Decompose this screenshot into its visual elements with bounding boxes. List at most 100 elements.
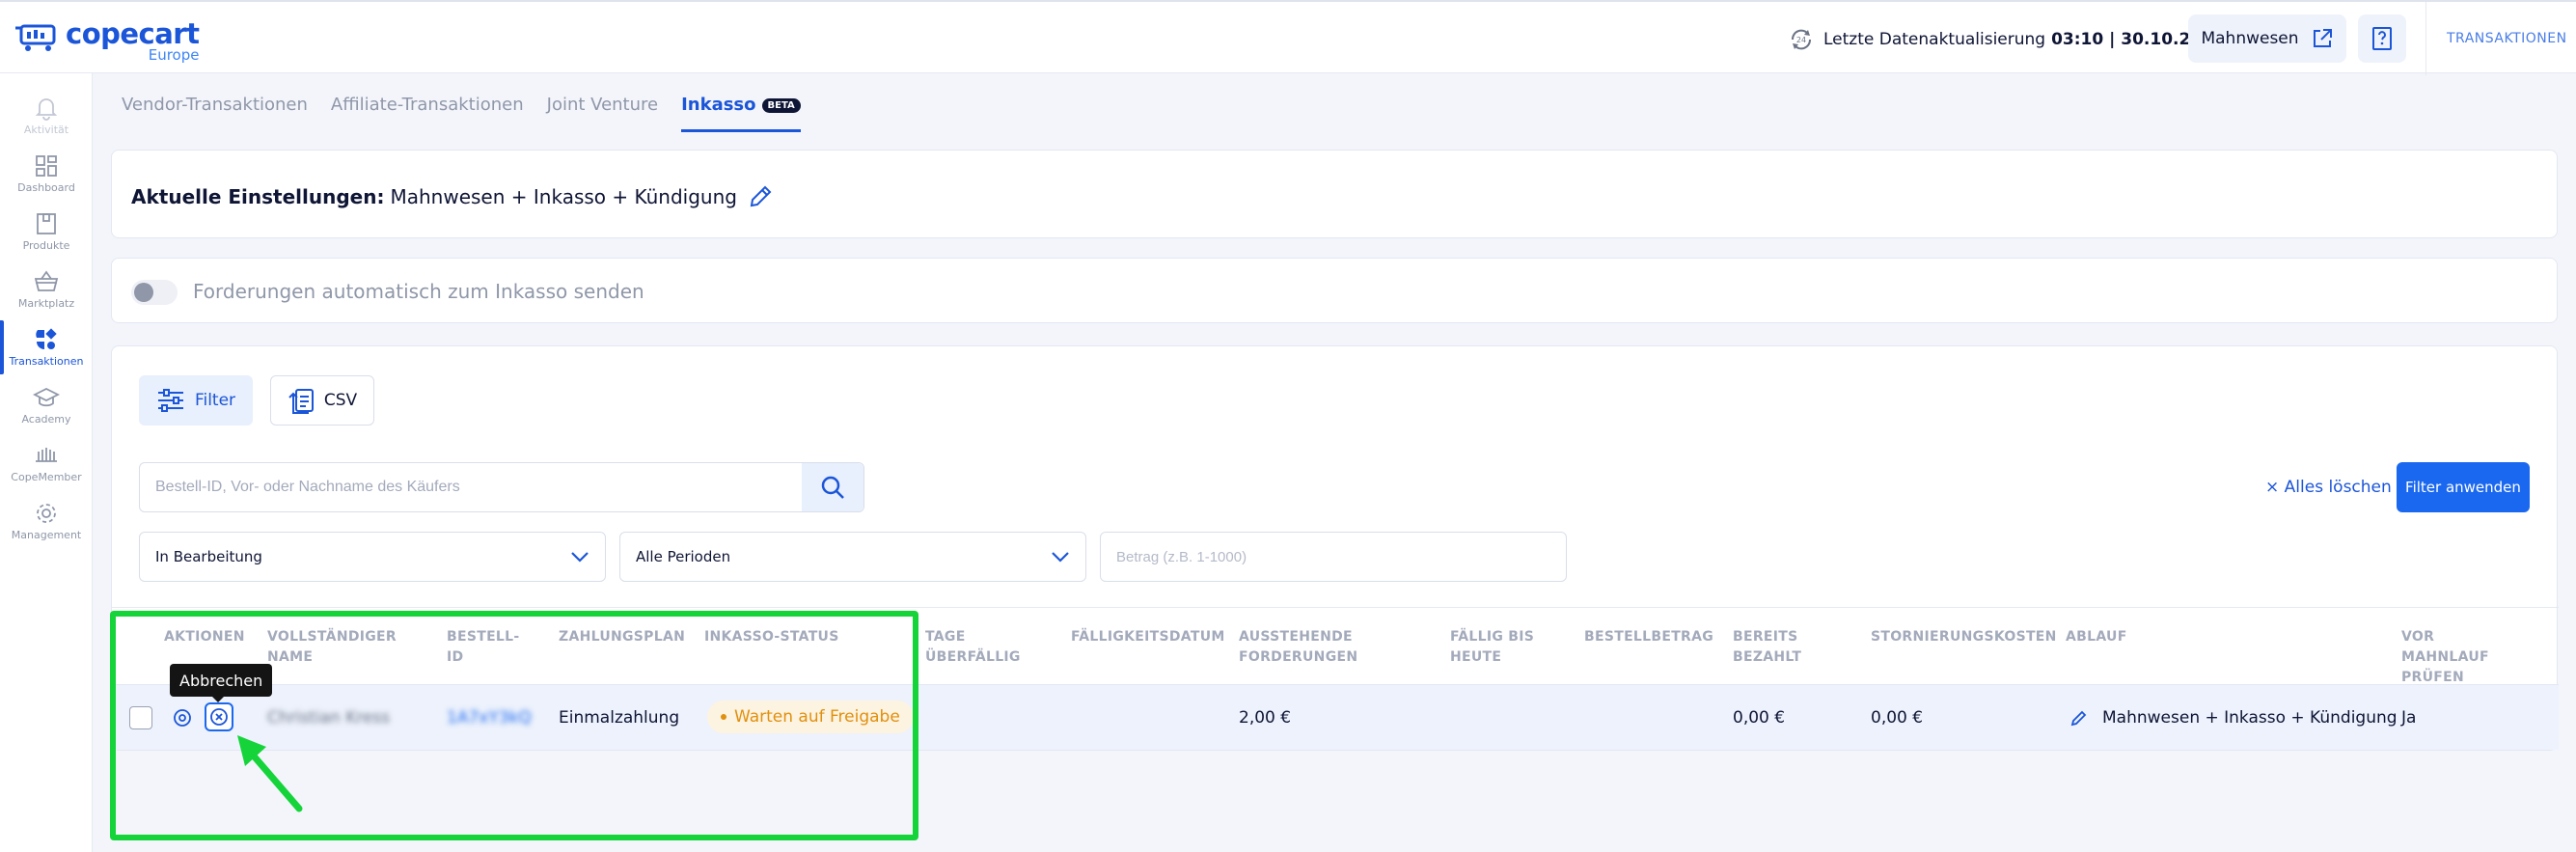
col-order-amount: BESTELLBETRAG xyxy=(1584,629,1714,645)
csv-label: CSV xyxy=(323,391,358,410)
auto-send-toggle[interactable] xyxy=(131,280,178,305)
members-icon xyxy=(36,448,57,462)
period-select-value: Alle Perioden xyxy=(636,548,731,565)
tab-inkasso[interactable]: Inkasso BETA xyxy=(681,95,801,132)
auto-send-card: Forderungen automatisch zum Inkasso send… xyxy=(111,258,2558,323)
col-cancellation-costs: STORNIERUNGSKOSTEN xyxy=(1871,629,2057,645)
sidebar-item-management[interactable]: Management xyxy=(0,500,93,554)
arrow-annotation-icon xyxy=(237,735,303,812)
transaction-tabs: Vendor-Transaktionen Affiliate-Transakti… xyxy=(122,95,824,133)
table-header: AKTIONEN VOLLSTÄNDIGER NAME BESTELL-ID Z… xyxy=(112,607,2559,685)
sidebar-item-aktivitaet[interactable]: Aktivität xyxy=(0,95,93,149)
csv-document-icon xyxy=(288,389,314,414)
sidebar-item-produkte[interactable]: Produkte xyxy=(0,210,93,264)
cell-flow: Mahnwesen + Inkasso + Kündigung xyxy=(2102,708,2398,728)
col-flow: ABLAUF xyxy=(2066,629,2127,645)
sidebar-item-copemember[interactable]: CopeMember xyxy=(0,442,93,496)
sidebar-label: Aktivität xyxy=(23,124,69,136)
help-button[interactable] xyxy=(2358,14,2406,63)
graduation-cap-icon xyxy=(33,387,60,407)
sidebar-label: CopeMember xyxy=(11,471,82,483)
tab-vendor-transaktionen[interactable]: Vendor-Transaktionen xyxy=(122,95,308,131)
view-icon[interactable] xyxy=(172,707,193,728)
sidebar-item-transaktionen[interactable]: Transaktionen xyxy=(0,320,93,380)
cell-outstanding: 2,00 € xyxy=(1239,708,1292,728)
chevron-down-icon xyxy=(571,552,589,563)
pencil-icon[interactable] xyxy=(2069,708,2089,728)
sidebar-label: Management xyxy=(11,529,82,541)
basket-icon xyxy=(34,270,59,291)
svg-text:24: 24 xyxy=(1796,36,1806,44)
row-checkbox[interactable] xyxy=(129,706,152,729)
cell-payment-plan: Einmalzahlung xyxy=(559,708,680,728)
auto-send-label: Forderungen automatisch zum Inkasso send… xyxy=(193,280,644,303)
settings-prefix: Aktuelle Einstellungen: xyxy=(131,185,385,208)
header-divider xyxy=(2425,2,2426,75)
external-link-icon xyxy=(2313,29,2332,47)
col-inkasso-status: INKASSO-STATUS xyxy=(704,629,839,645)
table-row: Christian Kress 1A7xY3kQ Einmalzahlung W… xyxy=(112,684,2559,750)
logo-name: copecart xyxy=(66,17,200,50)
col-check-before-dunning: VOR MAHNLAUF PRÜFEN xyxy=(2401,629,2489,685)
col-outstanding: AUSSTEHENDE FORDERUNGEN xyxy=(1239,629,1358,665)
collections-table-card: Filter CSV × Alles löschen Filter anwend… xyxy=(111,345,2559,751)
search-field xyxy=(139,462,864,512)
section-title: TRANSAKTIONEN xyxy=(2447,31,2567,46)
sidebar-item-marktplatz[interactable]: Marktplatz xyxy=(0,268,93,322)
current-settings-card: Aktuelle Einstellungen: Mahnwesen + Inka… xyxy=(111,150,2558,238)
filter-button[interactable]: Filter xyxy=(139,375,253,426)
beta-badge: BETA xyxy=(761,97,801,113)
cancel-circle-icon xyxy=(210,708,228,726)
sidebar-label: Produkte xyxy=(22,239,70,252)
col-paid: BEREITS BEZAHLT xyxy=(1733,629,1802,665)
help-book-icon xyxy=(2372,27,2392,50)
sidebar-item-academy[interactable]: Academy xyxy=(0,384,93,438)
pencil-icon[interactable] xyxy=(747,183,774,210)
mahnwesen-button[interactable]: Mahnwesen xyxy=(2188,14,2346,63)
clear-all-button[interactable]: × Alles löschen xyxy=(2265,478,2392,497)
amount-input[interactable] xyxy=(1100,532,1567,582)
transactions-icon xyxy=(36,328,57,349)
close-icon: × xyxy=(2265,478,2280,497)
bell-icon xyxy=(35,98,58,121)
col-due-date: FÄLLIGKEITSDATUM xyxy=(1071,629,1225,645)
cell-order-id[interactable]: 1A7xY3kQ xyxy=(447,708,532,728)
settings-value: Mahnwesen + Inkasso + Kündigung xyxy=(390,185,737,208)
cancel-tooltip: Abbrechen xyxy=(170,664,273,702)
cell-paid: 0,00 € xyxy=(1733,708,1786,728)
data-update-info: 24 Letzte Datenaktualisierung 03:10 | 30… xyxy=(1787,25,2225,54)
search-button[interactable] xyxy=(802,463,863,511)
search-input[interactable] xyxy=(140,463,806,511)
col-aktionen: AKTIONEN xyxy=(164,629,245,645)
status-select-value: In Bearbeitung xyxy=(155,548,262,565)
gear-icon xyxy=(37,504,56,523)
tab-joint-venture[interactable]: Joint Venture xyxy=(547,95,658,131)
grid-icon xyxy=(36,155,57,177)
col-name: VOLLSTÄNDIGER NAME xyxy=(267,629,397,665)
cell-cancellation-costs: 0,00 € xyxy=(1871,708,1924,728)
status-select[interactable]: In Bearbeitung xyxy=(139,532,606,582)
top-bar: copecart Europe 24 Letzte Datenaktualisi… xyxy=(0,0,2576,75)
chevron-down-icon xyxy=(1052,552,1069,563)
tab-affiliate-transaktionen[interactable]: Affiliate-Transaktionen xyxy=(331,95,524,131)
logo[interactable]: copecart Europe xyxy=(15,17,200,64)
sidebar-label: Transaktionen xyxy=(9,355,84,368)
clear-all-label: Alles löschen xyxy=(2284,478,2392,497)
period-select[interactable]: Alle Perioden xyxy=(619,532,1086,582)
sidebar-label: Academy xyxy=(21,413,71,426)
filter-label: Filter xyxy=(194,391,236,410)
tab-inkasso-label: Inkasso xyxy=(681,95,756,115)
cell-name: Christian Kress xyxy=(267,708,391,728)
cell-check: Ja xyxy=(2401,708,2417,728)
box-icon xyxy=(37,213,56,234)
csv-export-button[interactable]: CSV xyxy=(270,375,374,426)
apply-filter-button[interactable]: Filter anwenden xyxy=(2397,462,2530,512)
sidebar-label: Marktplatz xyxy=(17,297,75,310)
sidebar-label: Dashboard xyxy=(17,181,75,194)
status-badge: Warten auf Freigabe xyxy=(707,701,914,733)
col-due-today: FÄLLIG BIS HEUTE xyxy=(1450,629,1535,665)
mahnwesen-label: Mahnwesen xyxy=(2201,29,2299,48)
col-days-overdue: TAGE ÜBERFÄLLIG xyxy=(925,629,1021,665)
sidebar-item-dashboard[interactable]: Dashboard xyxy=(0,152,93,206)
refresh-24h-icon: 24 xyxy=(1791,29,1812,50)
